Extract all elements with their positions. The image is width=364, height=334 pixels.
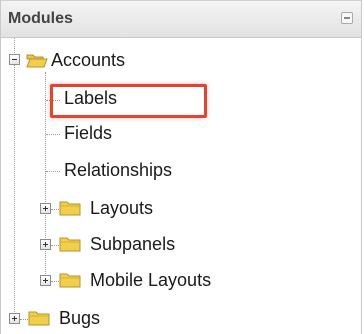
modules-panel: Modules Accounts Labels Fields Relations…	[0, 0, 362, 334]
collapse-toggle-icon[interactable]	[9, 54, 20, 65]
tree-leaf-fields[interactable]: Fields	[64, 122, 112, 144]
collapse-icon[interactable]	[341, 12, 353, 24]
tree-node-mobile-layouts[interactable]: Mobile Layouts	[90, 269, 211, 291]
tree-node-subpanels[interactable]: Subpanels	[90, 233, 175, 255]
tree-node-accounts[interactable]: Accounts	[1, 44, 361, 74]
tree-connector	[46, 134, 60, 135]
open-folder-icon	[26, 54, 48, 68]
expand-toggle-icon[interactable]	[40, 239, 51, 250]
tree-node-layouts[interactable]: Layouts	[90, 197, 153, 219]
tree-node-label[interactable]: Accounts	[51, 49, 125, 71]
folder-icon	[59, 273, 81, 288]
tree-connector	[14, 64, 15, 314]
tree-leaf-relationships[interactable]: Relationships	[64, 159, 172, 181]
panel-title: Modules	[8, 10, 73, 27]
tree-connector	[46, 100, 60, 101]
folder-icon	[59, 237, 81, 252]
expand-toggle-icon[interactable]	[40, 275, 51, 286]
expand-toggle-icon[interactable]	[9, 313, 20, 324]
module-tree: Accounts Labels Fields Relationships Lay…	[1, 38, 361, 334]
tree-leaf-labels[interactable]: Labels	[64, 87, 117, 109]
tree-node-bugs[interactable]: Bugs	[59, 307, 100, 329]
tree-connector	[46, 171, 60, 172]
folder-icon	[28, 311, 50, 326]
folder-icon	[59, 201, 81, 216]
panel-header: Modules	[1, 0, 361, 38]
expand-toggle-icon[interactable]	[40, 203, 51, 214]
